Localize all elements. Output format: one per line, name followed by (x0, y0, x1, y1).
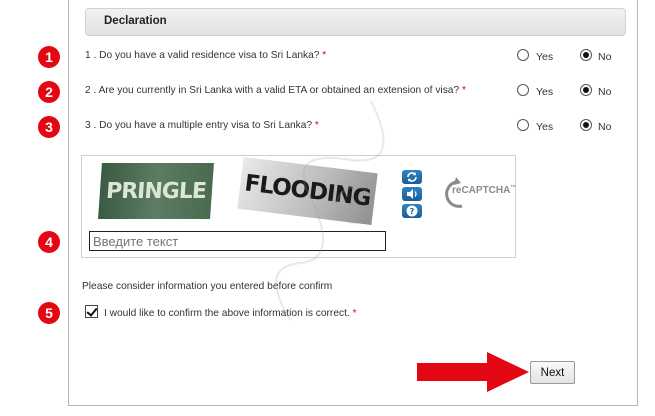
radio-yes-label-2: Yes (536, 86, 554, 98)
question-row-1: 1 1 . Do you have a valid residence visa… (0, 46, 655, 68)
radio-yes-2[interactable] (517, 84, 529, 96)
step-badge-1: 1 (38, 46, 60, 68)
help-icon[interactable]: ? (402, 204, 422, 218)
audio-icon[interactable] (402, 187, 422, 201)
arrow-right-icon (417, 352, 529, 392)
radio-yes-label-3: Yes (536, 121, 554, 133)
question-row-3: 3 3 . Do you have a multiple entry visa … (0, 116, 655, 138)
radio-no-label-1: No (598, 51, 612, 63)
question-text-2: 2 . Are you currently in Sri Lanka with … (85, 85, 466, 96)
captcha-word-1: PRINGLE (98, 163, 214, 219)
confirm-checkbox[interactable] (85, 305, 98, 318)
question-text-1: 1 . Do you have a valid residence visa t… (85, 50, 327, 61)
question-row-2: 2 2 . Are you currently in Sri Lanka wit… (0, 81, 655, 103)
recaptcha-brand: reCAPTCHA™ (452, 185, 517, 196)
radio-yes-3[interactable] (517, 119, 529, 131)
radio-no-label-2: No (598, 86, 612, 98)
step-badge-3: 3 (38, 116, 60, 138)
step-badge-4: 4 (38, 231, 60, 253)
radio-no-3[interactable] (580, 119, 592, 131)
question-text-3: 3 . Do you have a multiple entry visa to… (85, 120, 319, 131)
captcha-input[interactable] (89, 231, 386, 251)
step-badge-2: 2 (38, 81, 60, 103)
radio-yes-label-1: Yes (536, 51, 554, 63)
step-badge-5: 5 (38, 302, 60, 324)
radio-yes-1[interactable] (517, 49, 529, 61)
confirm-label: I would like to confirm the above inform… (104, 308, 357, 319)
info-text: Please consider information you entered … (82, 281, 333, 292)
radio-no-label-3: No (598, 121, 612, 133)
radio-no-1[interactable] (580, 49, 592, 61)
svg-text:?: ? (410, 207, 415, 216)
refresh-icon[interactable] (402, 170, 422, 184)
section-title: Declaration (104, 15, 167, 27)
radio-no-2[interactable] (580, 84, 592, 96)
next-button[interactable]: Next (530, 361, 575, 384)
